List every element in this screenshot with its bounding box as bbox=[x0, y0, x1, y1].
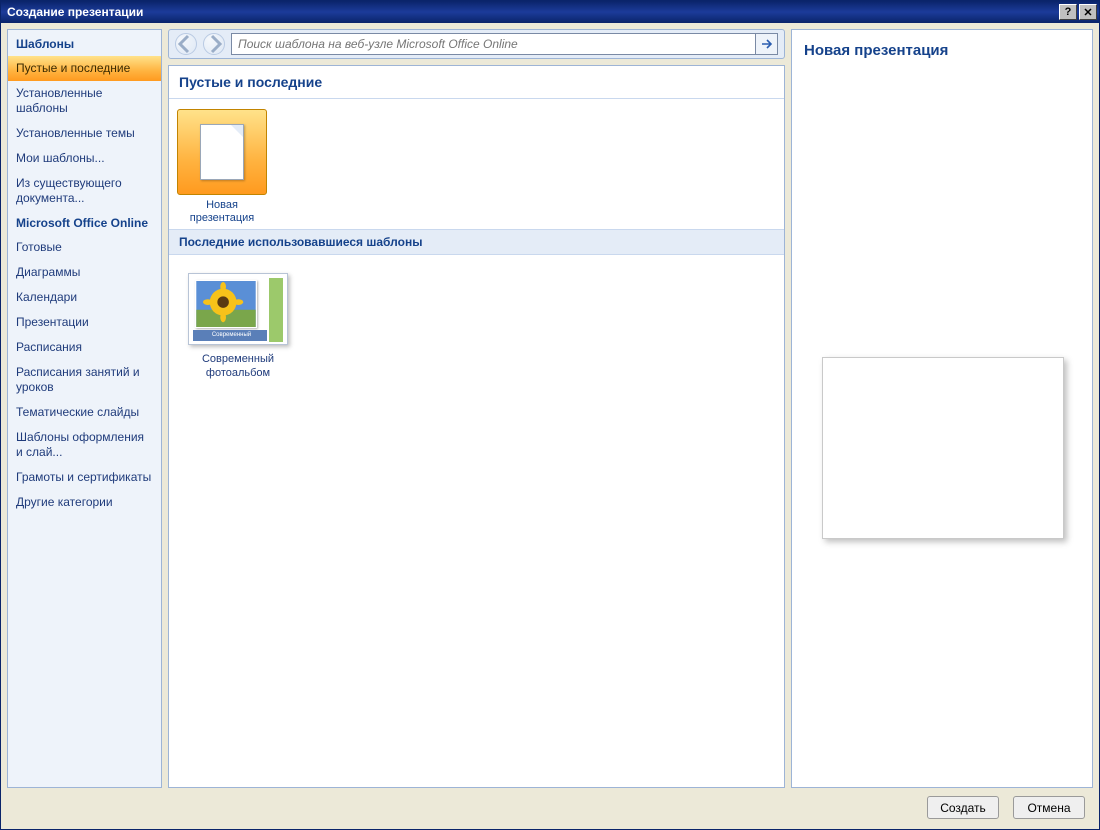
slide-preview bbox=[822, 357, 1064, 539]
recent-templates-header: Последние использовавшиеся шаблоны bbox=[169, 229, 784, 255]
arrow-go-icon bbox=[760, 37, 774, 51]
sidebar-item-my-templates[interactable]: Мои шаблоны... bbox=[8, 146, 161, 171]
sunflower-icon bbox=[196, 281, 256, 327]
sidebar-header-templates: Шаблоны bbox=[8, 32, 161, 56]
sidebar-item-presentations[interactable]: Презентации bbox=[8, 310, 161, 335]
recent-template-label: Современный фотоальбом bbox=[183, 353, 293, 381]
close-button[interactable]: ✕ bbox=[1079, 4, 1097, 20]
sidebar-item-class-schedules[interactable]: Расписания занятий и уроков bbox=[8, 360, 161, 400]
window-title: Создание презентации bbox=[7, 5, 1059, 19]
recent-template-thumbnail: Современный фотоальбом bbox=[188, 273, 288, 345]
titlebar: Создание презентации ? ✕ bbox=[1, 1, 1099, 23]
sidebar-item-other-categories[interactable]: Другие категории bbox=[8, 490, 161, 515]
search-toolbar bbox=[168, 29, 785, 59]
sidebar-item-from-existing[interactable]: Из существующего документа... bbox=[8, 171, 161, 211]
sidebar-item-diagrams[interactable]: Диаграммы bbox=[8, 260, 161, 285]
sidebar-item-featured[interactable]: Готовые bbox=[8, 235, 161, 260]
sidebar-item-schedules[interactable]: Расписания bbox=[8, 335, 161, 360]
cancel-button[interactable]: Отмена bbox=[1013, 796, 1085, 819]
nav-back-button[interactable] bbox=[175, 33, 197, 55]
sidebar: Шаблоны Пустые и последние Установленные… bbox=[7, 29, 162, 788]
sidebar-item-blank-recent[interactable]: Пустые и последние bbox=[8, 56, 161, 81]
main-panel: Пустые и последние Новая презентация Пос… bbox=[168, 65, 785, 788]
arrow-left-icon bbox=[176, 34, 196, 54]
blank-tile-row: Новая презентация bbox=[169, 99, 784, 229]
sidebar-item-certificates[interactable]: Грамоты и сертификаты bbox=[8, 465, 161, 490]
new-presentation-tile[interactable]: Новая презентация bbox=[177, 109, 267, 225]
sidebar-item-installed-themes[interactable]: Установленные темы bbox=[8, 121, 161, 146]
search-input[interactable] bbox=[231, 33, 756, 55]
sidebar-item-design-templates[interactable]: Шаблоны оформления и слай... bbox=[8, 425, 161, 465]
blank-page-icon bbox=[200, 124, 244, 180]
section-title: Пустые и последние bbox=[169, 66, 784, 99]
sidebar-item-installed-templates[interactable]: Установленные шаблоны bbox=[8, 81, 161, 121]
dialog-window: Создание презентации ? ✕ Шаблоны Пустые … bbox=[0, 0, 1100, 830]
center-column: Пустые и последние Новая презентация Пос… bbox=[168, 29, 785, 788]
recent-templates-area: Современный фотоальбом Современный фотоа… bbox=[169, 255, 784, 399]
arrow-right-icon bbox=[204, 34, 224, 54]
search-go-button[interactable] bbox=[756, 33, 778, 55]
nav-forward-button[interactable] bbox=[203, 33, 225, 55]
dialog-footer: Создать Отмена bbox=[7, 788, 1093, 823]
sidebar-item-theme-slides[interactable]: Тематические слайды bbox=[8, 400, 161, 425]
preview-pane: Новая презентация bbox=[791, 29, 1093, 788]
sidebar-header-online: Microsoft Office Online bbox=[8, 211, 161, 235]
preview-body bbox=[804, 67, 1080, 775]
create-button[interactable]: Создать bbox=[927, 796, 999, 819]
help-button[interactable]: ? bbox=[1059, 4, 1077, 20]
new-presentation-label: Новая презентация bbox=[177, 199, 267, 225]
preview-title: Новая презентация bbox=[804, 42, 1080, 59]
recent-template-tile[interactable]: Современный фотоальбом Современный фотоа… bbox=[183, 273, 293, 381]
sidebar-item-calendars[interactable]: Календари bbox=[8, 285, 161, 310]
